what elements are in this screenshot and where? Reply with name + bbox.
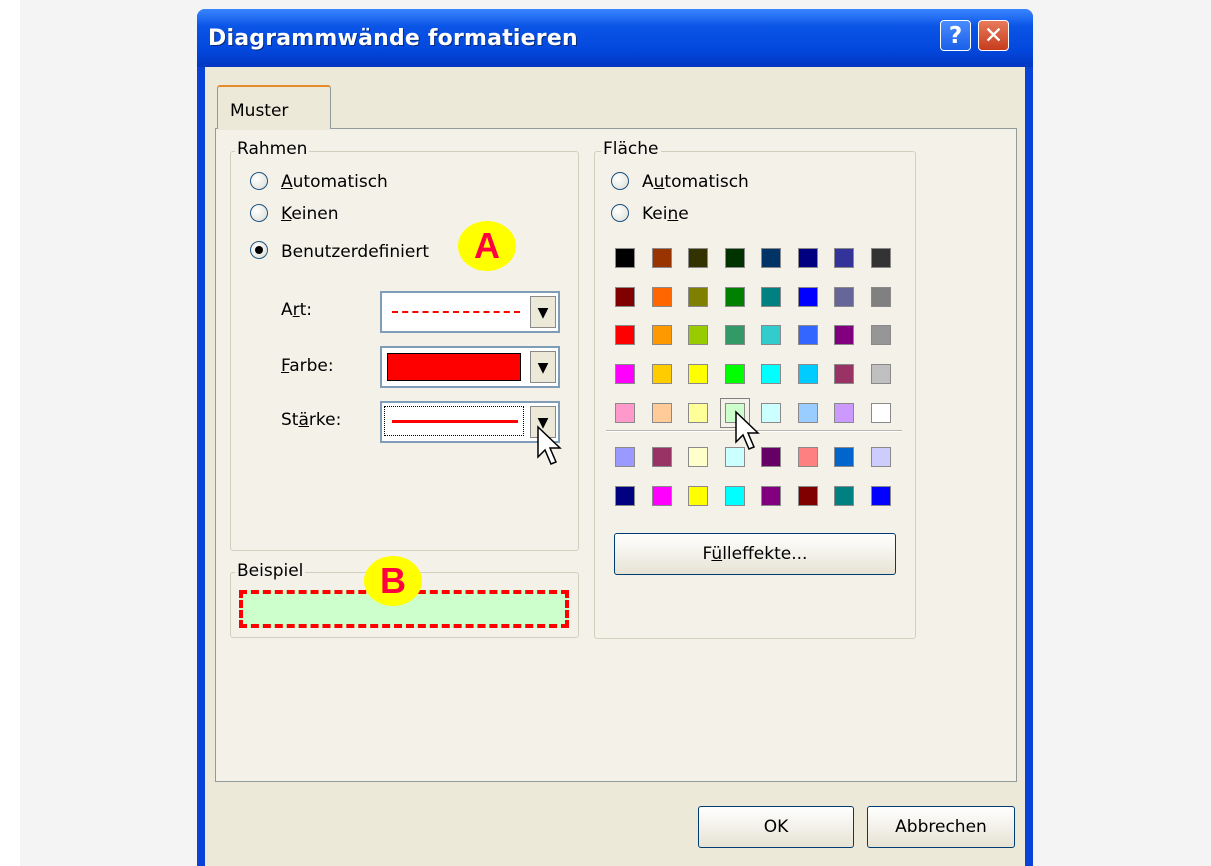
color-swatch[interactable] bbox=[870, 447, 891, 467]
color-swatch[interactable] bbox=[724, 325, 745, 346]
color-swatch[interactable] bbox=[797, 248, 818, 268]
flaeche-automatisch-label[interactable]: Automatisch bbox=[642, 172, 749, 192]
art-dashed-line-sample bbox=[392, 311, 520, 313]
flaeche-group-label: Fläche bbox=[601, 139, 661, 159]
color-swatch[interactable] bbox=[761, 447, 781, 467]
art-label: Art: bbox=[281, 300, 313, 320]
color-swatch[interactable] bbox=[724, 364, 745, 385]
color-swatch[interactable] bbox=[834, 364, 854, 385]
color-swatch[interactable] bbox=[651, 485, 672, 506]
tab-muster-label: Muster bbox=[230, 101, 289, 121]
color-swatch[interactable] bbox=[688, 325, 708, 346]
color-swatch[interactable] bbox=[797, 485, 818, 506]
rahmen-benutzerdefiniert-label[interactable]: Benutzerdefiniert bbox=[281, 242, 429, 262]
color-swatch[interactable] bbox=[615, 286, 635, 307]
radio-rahmen-keinen[interactable] bbox=[250, 204, 268, 222]
beispiel-group-label: Beispiel bbox=[235, 561, 306, 581]
color-swatch[interactable] bbox=[797, 447, 818, 467]
color-swatch[interactable] bbox=[870, 485, 891, 506]
chevron-down-icon[interactable]: ▼ bbox=[530, 351, 556, 383]
color-swatch[interactable] bbox=[724, 248, 745, 268]
color-swatch[interactable] bbox=[834, 248, 854, 268]
farbe-label: Farbe: bbox=[281, 356, 334, 376]
flaeche-keine-label[interactable]: Keine bbox=[642, 204, 689, 224]
color-swatch[interactable] bbox=[797, 286, 818, 307]
color-swatch[interactable] bbox=[797, 364, 818, 385]
color-swatch[interactable] bbox=[797, 325, 818, 346]
color-swatch[interactable] bbox=[761, 248, 781, 268]
color-swatch[interactable] bbox=[615, 325, 635, 346]
color-swatch[interactable] bbox=[834, 485, 854, 506]
color-swatch[interactable] bbox=[724, 286, 745, 307]
staerke-thick-line-sample bbox=[392, 420, 518, 423]
help-icon[interactable]: ? bbox=[940, 20, 971, 51]
color-swatch[interactable] bbox=[870, 248, 891, 268]
color-swatch[interactable] bbox=[834, 286, 854, 307]
color-swatch[interactable] bbox=[688, 248, 708, 268]
color-swatch[interactable] bbox=[615, 447, 635, 467]
color-swatch[interactable] bbox=[870, 325, 891, 346]
color-swatch[interactable] bbox=[688, 286, 708, 307]
radio-rahmen-automatisch[interactable] bbox=[250, 172, 268, 190]
color-swatch[interactable] bbox=[761, 286, 781, 307]
color-swatch[interactable] bbox=[615, 485, 635, 506]
annotation-b: B bbox=[364, 556, 422, 606]
close-icon[interactable]: ✕ bbox=[978, 20, 1009, 51]
radio-rahmen-benutzerdefiniert[interactable] bbox=[250, 241, 268, 259]
farbe-red-swatch bbox=[387, 353, 521, 381]
color-swatch[interactable] bbox=[834, 447, 854, 467]
dialog-title: Diagrammwände formatieren bbox=[208, 26, 578, 51]
mouse-pointer-icon bbox=[735, 410, 760, 450]
tab-join bbox=[218, 126, 330, 130]
color-swatch[interactable] bbox=[688, 364, 708, 385]
fill-effects-button[interactable]: Fülleffekte... bbox=[614, 533, 896, 575]
ok-button[interactable]: OK bbox=[698, 806, 854, 848]
color-swatch[interactable] bbox=[761, 402, 781, 423]
color-swatch[interactable] bbox=[724, 485, 745, 506]
chevron-down-icon[interactable]: ▼ bbox=[530, 296, 556, 328]
staerke-label: Stärke: bbox=[281, 410, 342, 430]
color-swatch[interactable] bbox=[651, 286, 672, 307]
art-combo[interactable]: ▼ bbox=[380, 291, 560, 333]
color-swatch[interactable] bbox=[761, 364, 781, 385]
rahmen-group-label: Rahmen bbox=[235, 139, 310, 159]
color-swatch[interactable] bbox=[651, 447, 672, 467]
cancel-button[interactable]: Abbrechen bbox=[867, 806, 1015, 848]
mouse-pointer-icon bbox=[537, 425, 562, 465]
color-swatch[interactable] bbox=[651, 402, 672, 423]
color-swatch[interactable] bbox=[688, 485, 708, 506]
color-swatch[interactable] bbox=[870, 286, 891, 307]
color-swatch[interactable] bbox=[834, 402, 854, 423]
staerke-combo[interactable]: ▼ bbox=[380, 401, 560, 443]
color-swatch[interactable] bbox=[651, 364, 672, 385]
color-swatch[interactable] bbox=[615, 248, 635, 268]
color-swatch[interactable] bbox=[688, 402, 708, 423]
color-swatch[interactable] bbox=[797, 402, 818, 423]
color-swatch[interactable] bbox=[834, 325, 854, 346]
annotation-a: A bbox=[458, 221, 516, 271]
color-swatch[interactable] bbox=[615, 364, 635, 385]
color-swatch[interactable] bbox=[870, 364, 891, 385]
color-swatch[interactable] bbox=[761, 325, 781, 346]
farbe-combo[interactable]: ▼ bbox=[380, 346, 560, 388]
rahmen-automatisch-label[interactable]: Automatisch bbox=[281, 172, 388, 192]
tab-muster[interactable]: Muster bbox=[217, 85, 331, 129]
color-swatch[interactable] bbox=[688, 447, 708, 467]
color-swatch[interactable] bbox=[761, 485, 781, 506]
color-swatch[interactable] bbox=[651, 248, 672, 268]
color-swatch[interactable] bbox=[870, 402, 891, 423]
radio-flaeche-automatisch[interactable] bbox=[611, 172, 629, 190]
rahmen-keinen-label[interactable]: Keinen bbox=[281, 204, 339, 224]
color-swatch[interactable] bbox=[651, 325, 672, 346]
color-swatch[interactable] bbox=[615, 402, 635, 423]
radio-flaeche-keine[interactable] bbox=[611, 204, 629, 222]
